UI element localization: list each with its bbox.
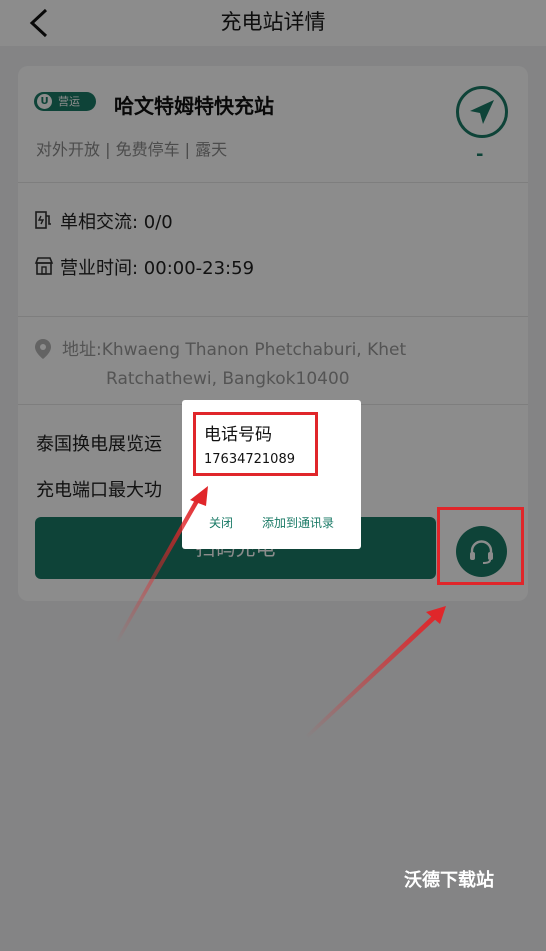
watermark: 沃德下载站 <box>404 870 494 891</box>
arrow-to-phone <box>116 486 208 643</box>
arrow-to-service <box>306 606 446 738</box>
annotation-arrows <box>116 486 446 738</box>
